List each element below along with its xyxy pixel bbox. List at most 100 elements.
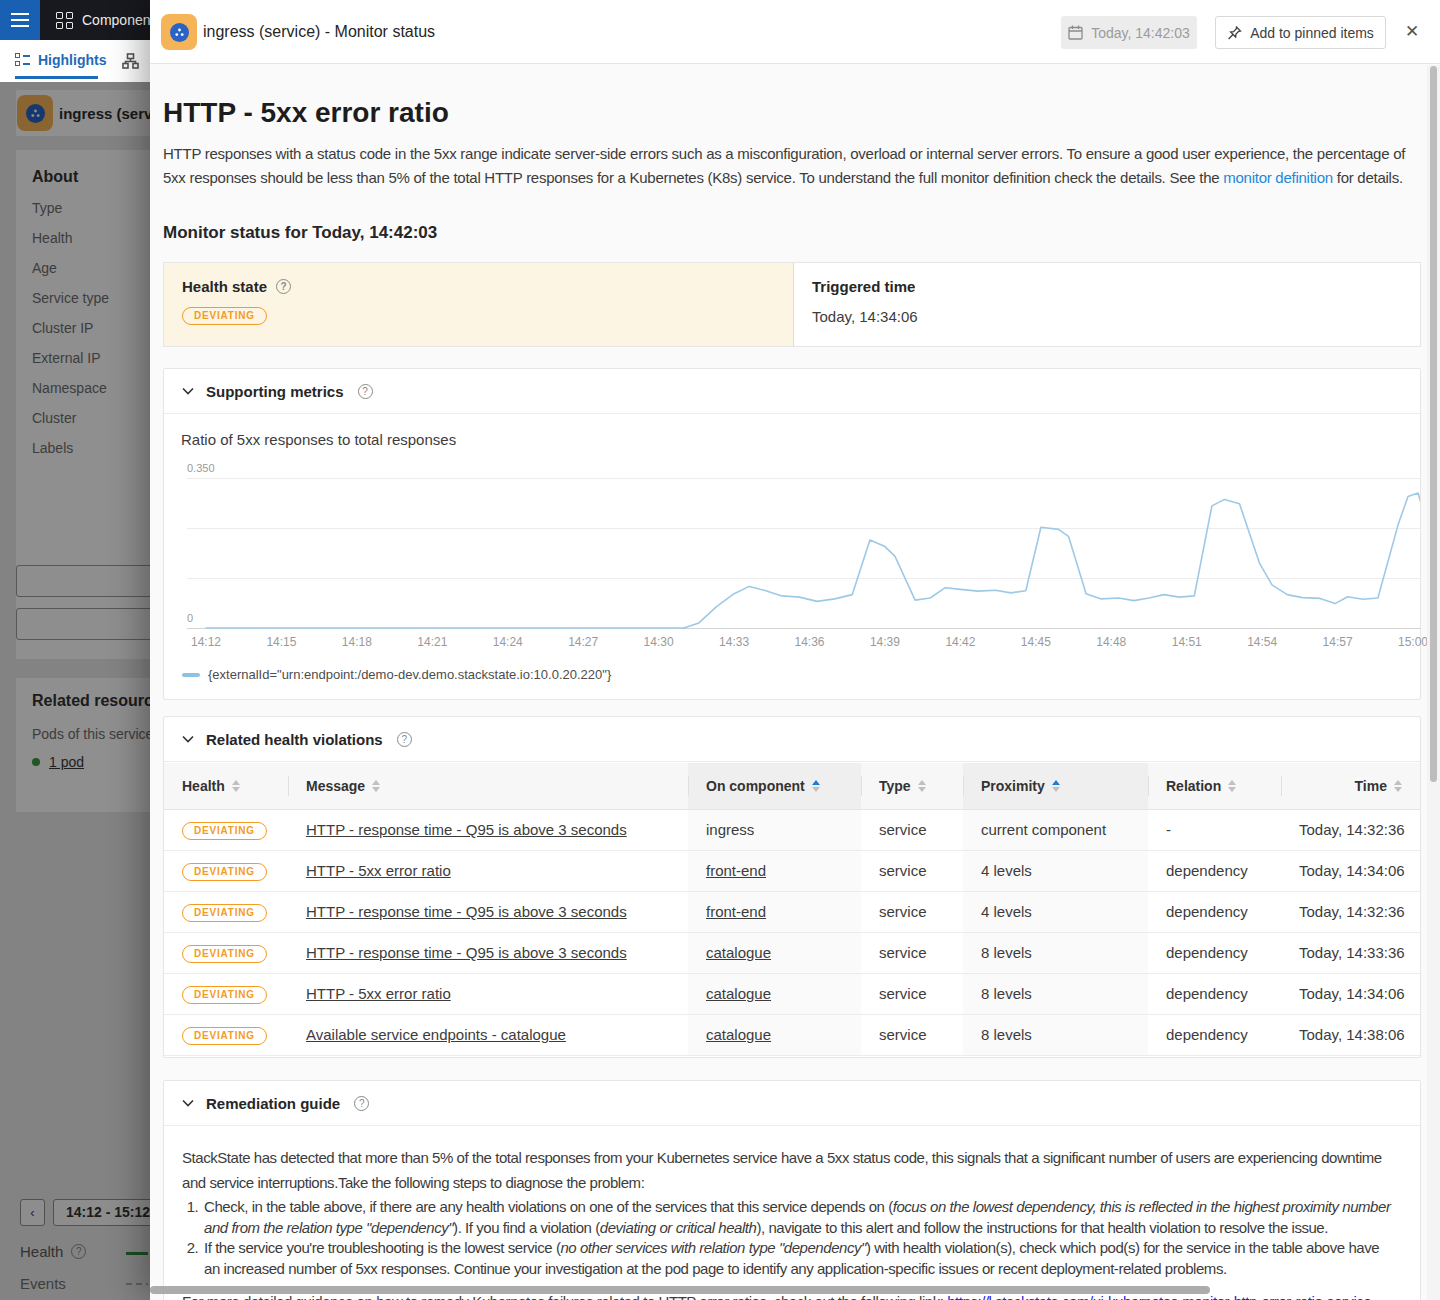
triggered-time-panel: Triggered time Today, 14:34:06: [794, 263, 1420, 346]
sort-icon[interactable]: [1052, 780, 1060, 792]
column-header-proximity[interactable]: Proximity: [963, 763, 1148, 809]
help-icon[interactable]: ?: [358, 384, 373, 399]
violation-message-link[interactable]: HTTP - 5xx error ratio: [306, 985, 451, 1002]
cell-type: service: [861, 891, 963, 932]
x-axis-tick: 14:12: [191, 635, 221, 649]
remediation-step: Check, in the table above, if there are …: [202, 1197, 1397, 1238]
deviating-badge: DEVIATING: [182, 986, 267, 1004]
vertical-scrollbar[interactable]: [1427, 65, 1440, 1300]
cell-health: DEVIATING: [164, 932, 288, 973]
monitor-description: HTTP responses with a status code in the…: [163, 142, 1421, 190]
deviating-badge: DEVIATING: [182, 1027, 267, 1045]
cell-relation: dependency: [1148, 932, 1281, 973]
tab-highlights[interactable]: Highlights: [15, 40, 106, 79]
nav-components[interactable]: Components: [56, 0, 161, 40]
violation-row: DEVIATINGHTTP - response time - Q95 is a…: [164, 809, 1420, 850]
deviating-badge: DEVIATING: [182, 904, 267, 922]
cell-message: Available service endpoints - catalogue: [288, 1014, 688, 1055]
deviating-badge: DEVIATING: [182, 307, 267, 325]
component-link[interactable]: front-end: [706, 903, 766, 920]
health-state-label: Health state: [182, 278, 267, 295]
cell-message: HTTP - response time - Q95 is above 3 se…: [288, 932, 688, 973]
cell-time: Today, 14:33:36: [1281, 932, 1420, 973]
cell-component: catalogue: [688, 973, 861, 1014]
cell-relation: -: [1148, 809, 1281, 850]
violation-message-link[interactable]: HTTP - response time - Q95 is above 3 se…: [306, 821, 627, 838]
violation-message-link[interactable]: Available service endpoints - catalogue: [306, 1026, 566, 1043]
time-button[interactable]: Today, 14:42:03: [1061, 16, 1197, 49]
column-header-component[interactable]: On component: [688, 763, 861, 809]
sort-icon[interactable]: [918, 780, 926, 792]
x-axis-tick: 14:54: [1247, 635, 1277, 649]
cell-time: Today, 14:32:36: [1281, 809, 1420, 850]
scrollbar-thumb[interactable]: [1430, 66, 1437, 782]
x-axis-tick: 14:51: [1172, 635, 1202, 649]
cell-time: Today, 14:34:06: [1281, 973, 1420, 1014]
service-icon: [161, 14, 197, 50]
help-icon[interactable]: ?: [276, 279, 291, 294]
cell-message: HTTP - response time - Q95 is above 3 se…: [288, 809, 688, 850]
chevron-down-icon[interactable]: [182, 387, 194, 395]
x-axis-tick: 14:24: [493, 635, 523, 649]
component-link[interactable]: catalogue: [706, 944, 771, 961]
x-axis-tick: 14:42: [945, 635, 975, 649]
deviating-badge: DEVIATING: [182, 945, 267, 963]
cell-health: DEVIATING: [164, 1014, 288, 1055]
chevron-down-icon[interactable]: [182, 735, 194, 743]
x-axis-tick: 14:30: [644, 635, 674, 649]
sort-icon[interactable]: [372, 780, 380, 792]
topology-tab-icon[interactable]: [122, 53, 139, 73]
violation-message-link[interactable]: HTTP - 5xx error ratio: [306, 862, 451, 879]
menu-button[interactable]: [0, 0, 40, 40]
cell-time: Today, 14:32:36: [1281, 891, 1420, 932]
x-axis-tick: 14:15: [266, 635, 296, 649]
sort-icon[interactable]: [812, 780, 820, 792]
cell-message: HTTP - response time - Q95 is above 3 se…: [288, 891, 688, 932]
sort-icon[interactable]: [1394, 780, 1402, 792]
help-icon[interactable]: ?: [397, 732, 412, 747]
cell-type: service: [861, 1014, 963, 1055]
highlights-icon: [15, 53, 30, 66]
remediation-guide-title: Remediation guide: [206, 1095, 340, 1112]
sort-icon[interactable]: [232, 780, 240, 792]
component-link[interactable]: catalogue: [706, 1026, 771, 1043]
column-header-health[interactable]: Health: [164, 763, 288, 809]
status-heading: Monitor status for Today, 14:42:03: [163, 223, 437, 243]
cell-relation: dependency: [1148, 891, 1281, 932]
deviating-badge: DEVIATING: [182, 863, 267, 881]
supporting-metrics-title: Supporting metrics: [206, 383, 344, 400]
cell-time: Today, 14:38:06: [1281, 1014, 1420, 1055]
x-axis-tick: 15:00: [1398, 635, 1428, 649]
add-to-pinned-button[interactable]: Add to pinned items: [1215, 16, 1386, 49]
line-chart: [164, 469, 1420, 634]
x-axis-tick: 14:57: [1323, 635, 1353, 649]
link[interactable]: monitor definition: [1223, 169, 1333, 186]
triggered-time-value: Today, 14:34:06: [812, 308, 1402, 325]
cell-health: DEVIATING: [164, 891, 288, 932]
component-link[interactable]: catalogue: [706, 985, 771, 1002]
cell-proximity: 8 levels: [963, 973, 1148, 1014]
cell-component: catalogue: [688, 1014, 861, 1055]
column-header-message[interactable]: Message: [288, 763, 688, 809]
close-icon[interactable]: ✕: [1400, 20, 1424, 44]
column-header-relation[interactable]: Relation: [1148, 763, 1281, 809]
x-axis-tick: 14:36: [795, 635, 825, 649]
cell-proximity: current component: [963, 809, 1148, 850]
legend-line-swatch: [182, 673, 200, 677]
chart-legend: {externalId="urn:endpoint:/demo-dev.demo…: [182, 667, 611, 682]
x-axis-tick: 14:18: [342, 635, 372, 649]
modal-title: ingress (service) - Monitor status: [203, 23, 435, 41]
column-header-type[interactable]: Type: [861, 763, 963, 809]
cell-proximity: 8 levels: [963, 1014, 1148, 1055]
help-icon[interactable]: ?: [354, 1096, 369, 1111]
violation-message-link[interactable]: HTTP - response time - Q95 is above 3 se…: [306, 903, 627, 920]
x-axis-tick: 14:21: [417, 635, 447, 649]
sort-icon[interactable]: [1228, 780, 1236, 792]
component-link[interactable]: front-end: [706, 862, 766, 879]
chevron-down-icon[interactable]: [182, 1099, 194, 1107]
x-axis-tick: 14:33: [719, 635, 749, 649]
link[interactable]: https://l.stackstate.com/ui-kubernetes-m…: [947, 1293, 1371, 1300]
horizontal-scrollbar-thumb[interactable]: [150, 1286, 1210, 1294]
column-header-time[interactable]: Time: [1281, 763, 1420, 809]
violation-message-link[interactable]: HTTP - response time - Q95 is above 3 se…: [306, 944, 627, 961]
